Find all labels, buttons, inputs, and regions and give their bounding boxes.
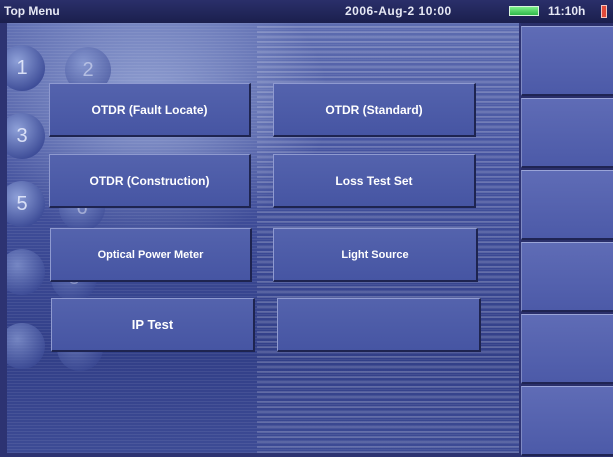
screen-title: Top Menu [4, 4, 60, 18]
battery-icon [509, 6, 539, 16]
empty-menu-button[interactable] [277, 298, 481, 352]
status-bar: Top Menu 2006-Aug-2 10:00 11:10h [0, 0, 613, 23]
softkey-1[interactable] [521, 26, 613, 96]
battery-warning-icon [601, 5, 607, 18]
optical-power-meter-button[interactable]: Optical Power Meter [50, 228, 252, 282]
dial-number: 5 [7, 181, 45, 227]
ip-test-button[interactable]: IP Test [51, 298, 255, 352]
battery-time-readout: 11:10h [548, 4, 586, 18]
menu-area: 1 2 3 5 6 8 OTDR (Fault Locate) OTDR (St… [7, 23, 519, 453]
otdr-construction-button[interactable]: OTDR (Construction) [49, 154, 251, 208]
light-source-button[interactable]: Light Source [273, 228, 478, 282]
date-time-readout: 2006-Aug-2 10:00 [345, 4, 452, 18]
instrument-screen: Top Menu 2006-Aug-2 10:00 11:10h 1 2 3 5… [0, 0, 613, 457]
softkey-6[interactable] [521, 386, 613, 456]
otdr-standard-button[interactable]: OTDR (Standard) [273, 83, 476, 137]
dial-circle [7, 249, 45, 295]
loss-test-set-button[interactable]: Loss Test Set [273, 154, 476, 208]
softkey-panel [521, 23, 613, 457]
softkey-4[interactable] [521, 242, 613, 312]
dial-circle [7, 323, 45, 369]
softkey-3[interactable] [521, 170, 613, 240]
softkey-5[interactable] [521, 314, 613, 384]
softkey-2[interactable] [521, 98, 613, 168]
dial-number: 3 [7, 113, 45, 159]
dial-number: 1 [7, 45, 45, 91]
otdr-fault-locate-button[interactable]: OTDR (Fault Locate) [49, 83, 251, 137]
